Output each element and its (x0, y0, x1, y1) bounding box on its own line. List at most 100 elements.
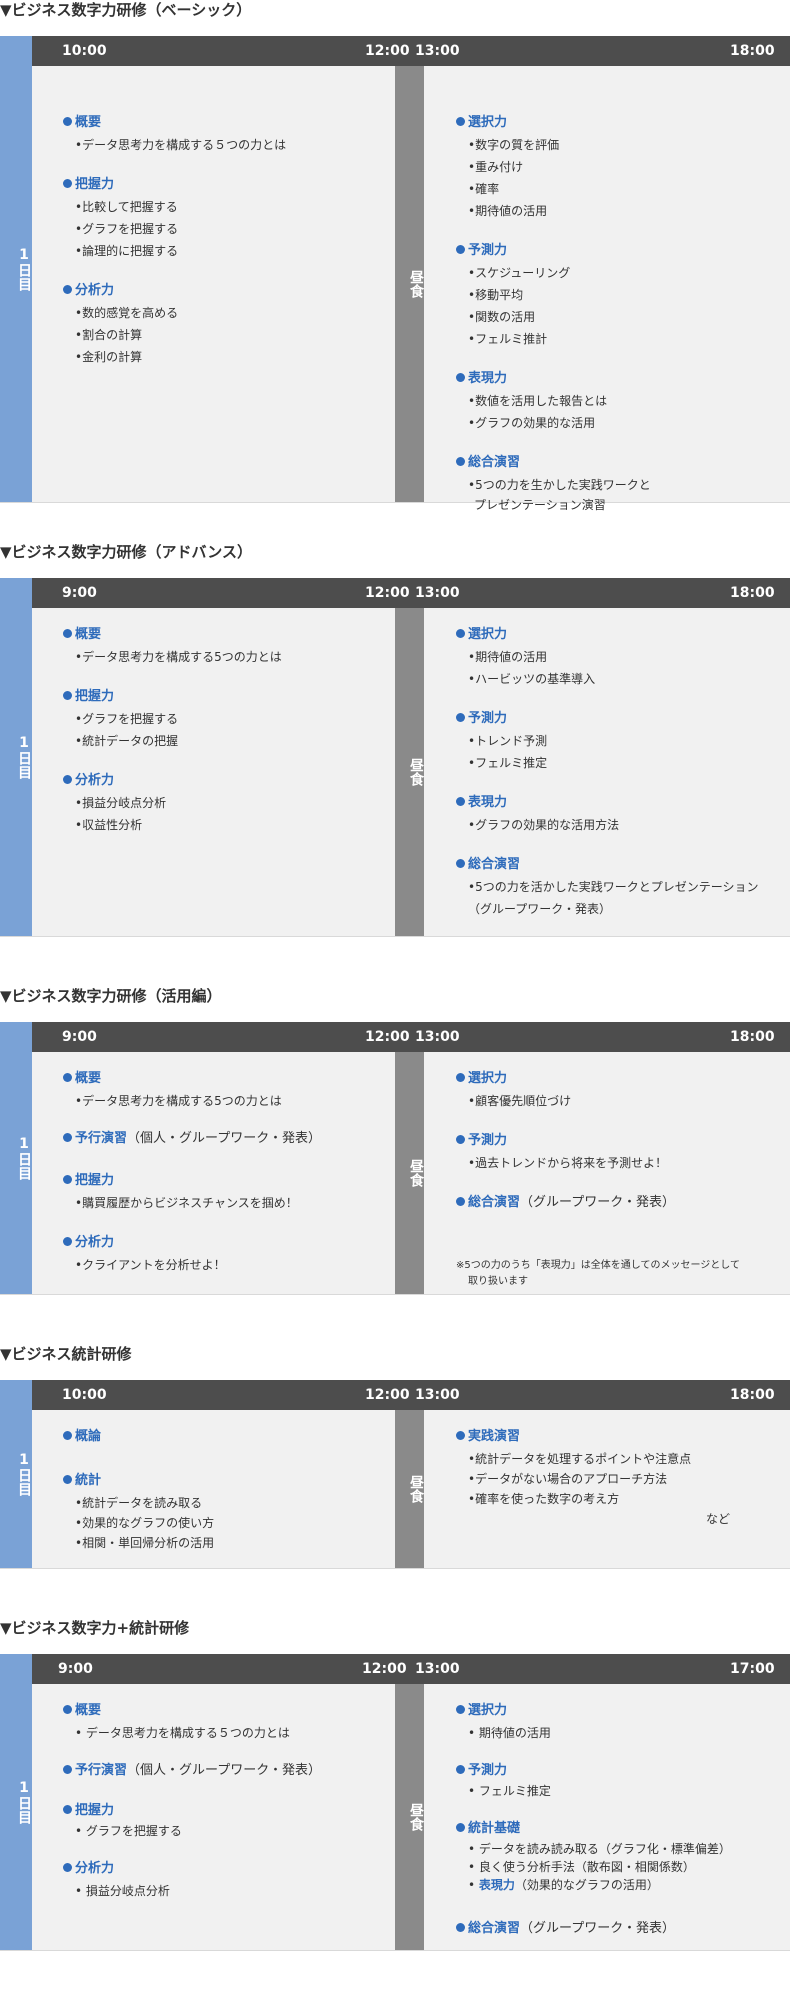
lunch-label: 昼食 (408, 758, 424, 786)
bullet-dot-icon (456, 245, 465, 254)
bullet-dot-icon (456, 1923, 465, 1932)
topic-heading: 予測力 (456, 1132, 507, 1150)
topic-item: •効果的なグラフの使い方 (75, 1516, 215, 1530)
bullet-dot-icon (456, 373, 465, 382)
bullet-dot-icon (63, 117, 72, 126)
bullet-dot-icon (63, 1133, 72, 1142)
time-header: 10:00 12:00 13:00 18:00 (32, 36, 790, 66)
bullet-dot-icon (456, 859, 465, 868)
section-title: ▼ビジネス数字力研修（活用編） (0, 987, 222, 1005)
bullet-dot-icon (63, 1863, 72, 1872)
topic-item: • 損益分岐点分析 (75, 1884, 170, 1898)
time-end: 18:00 (730, 585, 775, 601)
lunch-column: 昼食 (395, 66, 424, 502)
bullet-dot-icon (63, 179, 72, 188)
topic-heading: 概論 (63, 1428, 101, 1446)
time-noon: 12:00 (365, 1029, 410, 1045)
topic-item: • データ思考力を構成する５つの力とは (75, 1726, 290, 1740)
topic-heading: 分析力 (63, 1860, 114, 1878)
lunch-label: 昼食 (408, 1475, 424, 1503)
topic-item: •数値を活用した報告とは (468, 394, 608, 408)
topic-heading: 実践演習 (456, 1428, 520, 1446)
schedule-body: 昼食 概要 •データ思考力を構成する5つの力とは 把握力 •グラフを把握する •… (32, 608, 790, 936)
topic-heading: 概要 (63, 114, 101, 132)
topic-heading: 概要 (63, 626, 101, 644)
time-noon: 12:00 (362, 1661, 407, 1677)
time-end: 17:00 (730, 1661, 775, 1677)
topic-item: •データ思考力を構成する5つの力とは (75, 1094, 282, 1108)
topic-heading: 選択力 (456, 114, 507, 132)
time-afternoon: 13:00 (415, 1029, 460, 1045)
topic-item: •クライアントを分析せよ！ (75, 1258, 226, 1272)
day-label: 1日目 (16, 247, 32, 291)
topic-item: •グラフを把握する (75, 712, 179, 726)
topic-heading: 分析力 (63, 282, 114, 300)
day-column: 1日目 (0, 578, 32, 936)
topic-heading: 総合演習 (456, 856, 520, 874)
time-header: 9:00 12:00 13:00 18:00 (32, 1022, 790, 1052)
time-start: 9:00 (62, 1029, 97, 1045)
day-column: 1日目 (0, 1380, 32, 1568)
topic-item: •顧客優先順位づけ (468, 1094, 572, 1108)
topic-item: •5つの力を生かした実践ワークと (468, 478, 651, 492)
topic-item: •相関・単回帰分析の活用 (75, 1536, 215, 1550)
day-label: 1日目 (16, 1136, 32, 1180)
topic-item: •数的感覚を高める (75, 306, 179, 320)
bullet-dot-icon (63, 1073, 72, 1082)
bullet-dot-icon (456, 1073, 465, 1082)
topic-item: •重み付け (468, 160, 524, 174)
topic-heading: 総合演習（グループワーク・発表） (456, 1194, 675, 1212)
time-noon: 12:00 (365, 43, 410, 59)
bullet-dot-icon (63, 1175, 72, 1184)
section-title: ▼ビジネス数字力研修（アドバンス） (0, 543, 252, 561)
bullet-dot-icon (456, 1705, 465, 1714)
topic-item: •データ思考力を構成する5つの力とは (75, 650, 282, 664)
schedule-table: 1日目 9:00 12:00 13:00 18:00 昼食 概要 •データ思考力… (0, 1022, 790, 1295)
topic-item: •過去トレンドから将来を予測せよ！ (468, 1156, 668, 1170)
topic-item: •期待値の活用 (468, 650, 548, 664)
topic-item: •数字の質を評価 (468, 138, 560, 152)
bullet-dot-icon (456, 629, 465, 638)
bullet-dot-icon (456, 1431, 465, 1440)
bullet-dot-icon (63, 1431, 72, 1440)
topic-heading: 概要 (63, 1702, 101, 1720)
topic-heading: 選択力 (456, 626, 507, 644)
topic-heading: 把握力 (63, 688, 114, 706)
bullet-dot-icon (63, 285, 72, 294)
schedule-table: 1日目 10:00 12:00 13:00 18:00 昼食 概要 •データ思考… (0, 36, 790, 512)
time-end: 18:00 (730, 1029, 775, 1045)
time-header: 9:00 12:00 13:00 18:00 (32, 578, 790, 608)
bullet-dot-icon (456, 1823, 465, 1832)
time-noon: 12:00 (365, 1387, 410, 1403)
lunch-column: 昼食 (395, 608, 424, 936)
topic-item: •期待値の活用 (468, 204, 548, 218)
lunch-label: 昼食 (408, 1159, 424, 1187)
bullet-dot-icon (456, 1197, 465, 1206)
day-label: 1日目 (16, 1780, 32, 1824)
topic-item: •確率 (468, 182, 500, 196)
topic-heading: 表現力 (456, 370, 507, 388)
section-title: ▼ビジネス数字力研修（ベーシック） (0, 1, 252, 19)
time-afternoon: 13:00 (415, 43, 460, 59)
time-header: 9:00 12:00 13:00 17:00 (32, 1654, 790, 1684)
topic-item: •統計データを処理するポイントや注意点 (468, 1452, 692, 1466)
bullet-dot-icon (63, 629, 72, 638)
topic-heading: 分析力 (63, 772, 114, 790)
topic-item: •購買履歴からビジネスチャンスを掴め！ (75, 1196, 298, 1210)
topic-item: •収益性分析 (75, 818, 143, 832)
time-end: 18:00 (730, 1387, 775, 1403)
bullet-dot-icon (63, 691, 72, 700)
time-afternoon: 13:00 (415, 1387, 460, 1403)
bullet-dot-icon (456, 457, 465, 466)
topic-item: • 表現力（効果的なグラフの活用） (468, 1878, 659, 1892)
topic-item: （グループワーク・発表） (468, 902, 612, 916)
etc-label: など (706, 1512, 731, 1526)
topic-item: •移動平均 (468, 288, 524, 302)
time-start: 10:00 (62, 1387, 107, 1403)
topic-heading: 統計基礎 (456, 1820, 520, 1838)
topic-item: •比較して把握する (75, 200, 178, 214)
topic-item: •トレンド予測 (468, 734, 548, 748)
topic-item: • 良く使う分析手法（散布図・相関係数） (468, 1860, 695, 1874)
lunch-column: 昼食 (395, 1052, 424, 1294)
lunch-label: 昼食 (408, 270, 424, 298)
